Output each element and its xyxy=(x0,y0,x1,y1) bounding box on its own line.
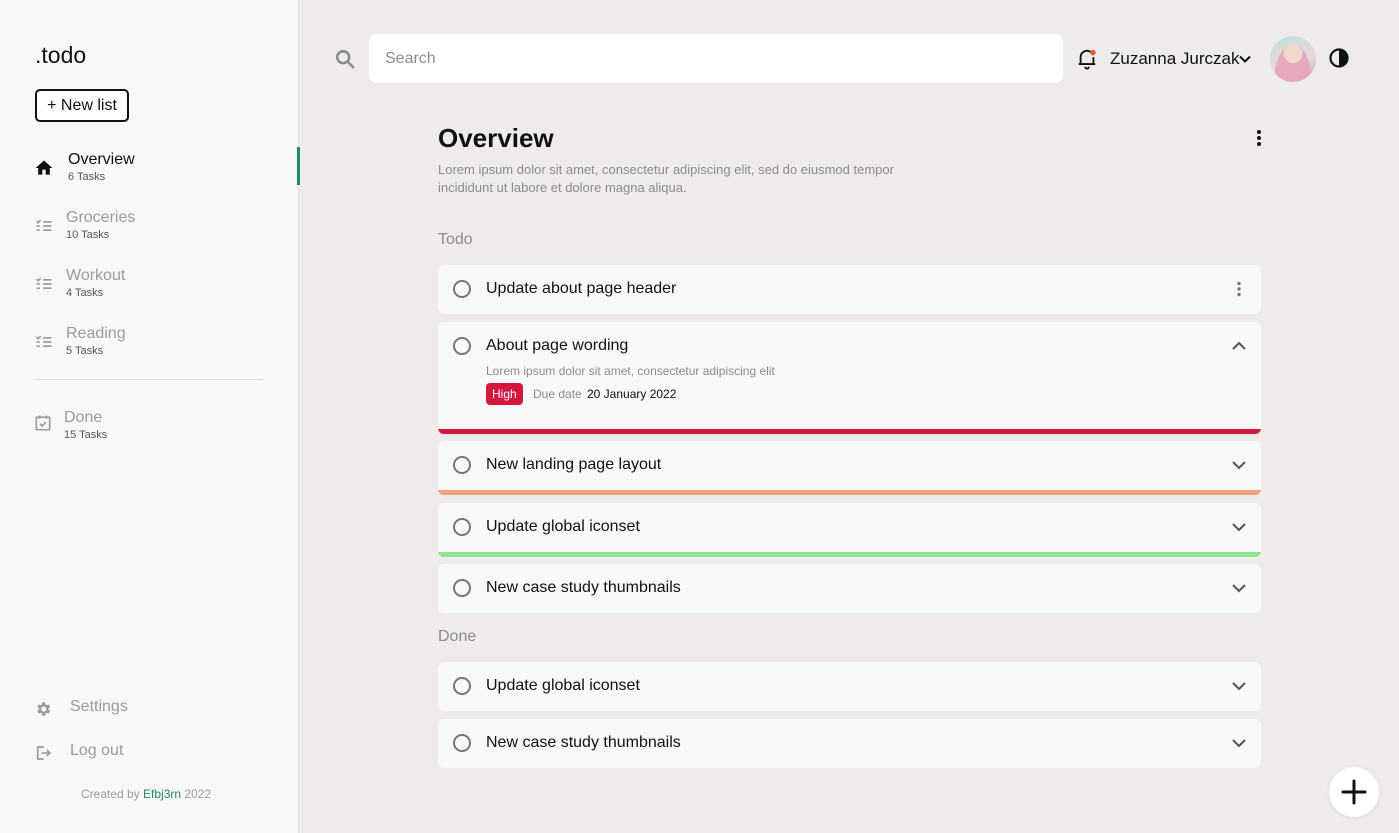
sidebar-item-done[interactable]: Done 15 Tasks xyxy=(0,406,299,452)
bell-icon[interactable] xyxy=(1076,47,1098,71)
task-title: Update about page header xyxy=(486,280,677,297)
sidebar-item-label: Done xyxy=(64,409,103,426)
settings-link[interactable]: Settings xyxy=(34,698,164,722)
new-list-button[interactable]: + New list xyxy=(35,89,129,122)
sidebar-item-label: Workout xyxy=(66,267,126,284)
due-date-value: 20 January 2022 xyxy=(587,387,677,401)
sidebar-item-count: 10 Tasks xyxy=(66,229,110,241)
chevron-down-icon[interactable] xyxy=(1231,734,1247,752)
credit-prefix: Created by xyxy=(81,787,140,801)
calendar-check-icon xyxy=(35,415,51,431)
chevron-down-icon[interactable] xyxy=(1231,456,1247,474)
home-icon xyxy=(35,160,53,175)
sidebar-item-count: 15 Tasks xyxy=(64,429,108,441)
priority-bar xyxy=(438,429,1261,434)
add-task-button[interactable] xyxy=(1329,767,1379,817)
chevron-down-icon[interactable] xyxy=(1231,579,1247,597)
task-checkbox[interactable] xyxy=(453,579,471,597)
credit-text: Created by Efbj3rn 2022 xyxy=(81,787,211,801)
due-date-label: Due date xyxy=(533,387,582,401)
sidebar-item-count: 6 Tasks xyxy=(68,171,106,183)
page-title: Overview xyxy=(438,123,554,153)
task-item[interactable]: New landing page layout xyxy=(438,441,1261,495)
task-item-expanded[interactable]: About page wording Lorem ipsum dolor sit… xyxy=(438,322,1261,434)
more-vertical-icon[interactable] xyxy=(1250,128,1268,148)
logout-label: Log out xyxy=(70,742,124,759)
priority-bar xyxy=(438,552,1261,557)
sidebar: .todo + New list Overview 6 Tasks Grocer… xyxy=(0,0,300,833)
user-name[interactable]: Zuzanna Jurczak xyxy=(1110,49,1239,69)
sidebar-item-label: Overview xyxy=(68,151,135,168)
task-title: Update global iconset xyxy=(486,518,640,535)
task-checkbox[interactable] xyxy=(453,337,471,355)
task-item[interactable]: Update global iconset xyxy=(438,503,1261,557)
task-checkbox[interactable] xyxy=(453,518,471,536)
task-title: About page wording xyxy=(486,337,629,354)
search-input[interactable] xyxy=(369,34,1063,83)
sidebar-item-overview[interactable]: Overview 6 Tasks xyxy=(0,147,300,194)
chevron-down-icon[interactable] xyxy=(1231,518,1247,536)
task-item[interactable]: New case study thumbnails xyxy=(438,564,1261,613)
done-section-label: Done xyxy=(438,628,477,645)
plus-icon xyxy=(1341,779,1367,805)
logout-icon xyxy=(36,746,51,760)
task-item[interactable]: Update global iconset xyxy=(438,662,1261,711)
task-description: Lorem ipsum dolor sit amet, consectetur … xyxy=(486,364,775,378)
checklist-icon xyxy=(35,277,52,289)
task-checkbox[interactable] xyxy=(453,456,471,474)
credit-year: 2022 xyxy=(184,787,212,801)
sidebar-item-label: Groceries xyxy=(66,209,136,226)
task-title: New landing page layout xyxy=(486,456,662,473)
sidebar-item-groceries[interactable]: Groceries 10 Tasks xyxy=(0,206,299,252)
more-vertical-icon[interactable] xyxy=(1231,280,1247,298)
checklist-icon xyxy=(35,219,52,231)
gear-icon xyxy=(37,702,51,716)
task-title: Update global iconset xyxy=(486,677,640,694)
notification-dot xyxy=(1090,49,1096,56)
sidebar-divider xyxy=(35,379,263,380)
task-title: New case study thumbnails xyxy=(486,734,681,751)
logout-link[interactable]: Log out xyxy=(34,742,164,766)
chevron-down-icon[interactable] xyxy=(1231,677,1247,695)
search-icon[interactable] xyxy=(334,48,356,70)
theme-toggle-icon[interactable] xyxy=(1329,48,1349,68)
task-checkbox[interactable] xyxy=(453,677,471,695)
chevron-up-icon[interactable] xyxy=(1231,337,1247,355)
task-item[interactable]: Update about page header xyxy=(438,265,1261,314)
task-checkbox[interactable] xyxy=(453,280,471,298)
credit-author-link[interactable]: Efbj3rn xyxy=(143,787,181,801)
page-description: Lorem ipsum dolor sit amet, consectetur … xyxy=(438,162,894,195)
avatar[interactable] xyxy=(1270,36,1316,82)
task-checkbox[interactable] xyxy=(453,734,471,752)
task-title: New case study thumbnails xyxy=(486,579,681,596)
chevron-down-icon[interactable] xyxy=(1238,54,1252,64)
sidebar-item-reading[interactable]: Reading 5 Tasks xyxy=(0,322,299,368)
sidebar-item-count: 4 Tasks xyxy=(66,287,104,299)
todo-section-label: Todo xyxy=(438,231,473,248)
priority-bar xyxy=(438,490,1261,495)
sidebar-item-count: 5 Tasks xyxy=(66,345,104,357)
app-logo[interactable]: .todo xyxy=(35,42,86,69)
sidebar-item-workout[interactable]: Workout 4 Tasks xyxy=(0,264,299,310)
checklist-icon xyxy=(35,335,52,347)
sidebar-item-label: Reading xyxy=(66,325,126,342)
priority-badge: High xyxy=(486,383,523,405)
settings-label: Settings xyxy=(70,698,128,715)
task-item[interactable]: New case study thumbnails xyxy=(438,719,1261,768)
